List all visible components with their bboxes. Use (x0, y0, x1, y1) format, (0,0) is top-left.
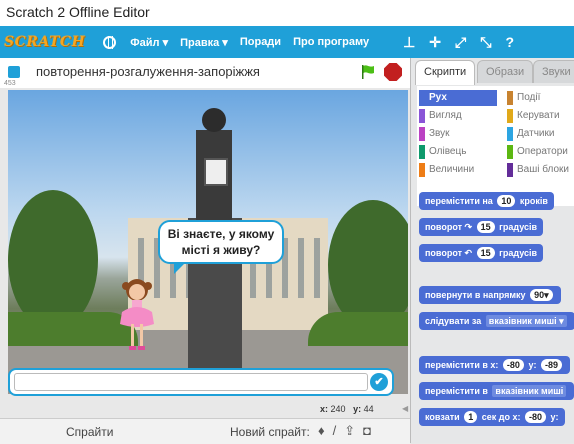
coord-x-value: 240 (330, 404, 346, 414)
category-sound[interactable]: Звук (419, 126, 497, 142)
block-text: y: (550, 412, 559, 422)
new-sprite-icons: ♦ / ⇪ ◘ (318, 423, 371, 439)
ask-answer-bar: ✔ (8, 368, 394, 396)
mouse-coordinates: x: 240 y: 44 (320, 404, 374, 414)
upload-icon[interactable]: ⇪ (344, 423, 355, 439)
block-dropdown[interactable]: вказівник миші ▾ (485, 315, 567, 327)
block-turn-left[interactable]: поворот ↶ 15 градусів (419, 244, 544, 262)
shrink-icon[interactable]: ⤡ (480, 34, 491, 51)
grow-icon[interactable]: ⤢ (455, 34, 466, 51)
coord-x-label: x: (320, 404, 329, 414)
green-flag-icon[interactable] (360, 64, 376, 80)
editor-tabs: Скрипти Образи Звуки (411, 58, 574, 85)
version-label: 453 (4, 80, 16, 87)
sprites-panel: Спрайти Новий спрайт: ♦ / ⇪ ◘ (0, 418, 410, 444)
block-text: градусів (499, 222, 538, 232)
block-text: y: (528, 360, 537, 370)
coord-y-label: y: (353, 404, 362, 414)
sprites-label: Спрайти (66, 425, 114, 439)
tree-right (328, 200, 408, 330)
block-goto-xy[interactable]: перемістити в x: -80 y: -89 (419, 356, 570, 374)
presentation-mode-icon[interactable] (8, 66, 20, 78)
block-input[interactable]: -80 (502, 359, 524, 371)
tree-left (8, 190, 98, 330)
block-text: поворот (425, 248, 463, 258)
block-input[interactable]: 10 (497, 195, 516, 207)
block-dropdown[interactable]: 90▾ (530, 289, 553, 301)
category-pen[interactable]: Олівець (419, 144, 497, 160)
block-goto[interactable]: перемістити в вказівник миші (419, 382, 574, 400)
menu-about[interactable]: Про програму (293, 36, 369, 48)
toolbar-icons: ⊥ ✛ ⤢ ⤡ ? (403, 26, 514, 58)
ask-submit-button[interactable]: ✔ (370, 373, 388, 391)
turn-left-icon: ↶ (464, 248, 473, 258)
speech-bubble: Ві знаєте, у якому місті я живу? (158, 220, 284, 274)
block-text: перемістити на (425, 196, 493, 206)
menu-bar: SCRATCH Файл ▾ Правка ▾ Поради Про прогр… (0, 26, 574, 58)
menu-tips[interactable]: Поради (240, 36, 281, 48)
stage[interactable]: Ві знаєте, у якому місті я живу? (8, 90, 408, 394)
tab-scripts[interactable]: Скрипти (415, 60, 476, 85)
delete-icon[interactable]: ✛ (429, 34, 441, 51)
project-title[interactable]: повторення-розгалуження-запоріжжя (36, 64, 260, 79)
category-control[interactable]: Керувати (507, 108, 574, 124)
backdrop-clock-face (204, 158, 228, 186)
turn-right-icon: ↷ (464, 222, 473, 232)
block-turn-right[interactable]: поворот ↷ 15 градусів (419, 218, 544, 236)
sprite-library-icon[interactable]: ♦ (318, 423, 325, 439)
block-text: поворот (425, 222, 463, 232)
category-operators[interactable]: Оператори (507, 144, 574, 160)
help-icon[interactable]: ? (505, 34, 514, 50)
girl-sprite[interactable] (116, 276, 158, 356)
paint-brush-icon[interactable]: / (333, 423, 337, 439)
coord-y-value: 44 (363, 404, 374, 414)
block-text: повернути в напрямку (425, 290, 526, 300)
collapse-arrow-icon[interactable]: ◀ (402, 404, 410, 414)
block-point-direction[interactable]: повернути в напрямку 90▾ (419, 286, 561, 304)
block-input[interactable]: 15 (476, 221, 495, 233)
block-text: перемістити в x: (425, 360, 499, 370)
tab-costumes[interactable]: Образи (477, 60, 534, 83)
block-glide[interactable]: ковзати 1 сек до x: -80 y: (419, 408, 565, 426)
block-input[interactable]: -89 (540, 359, 562, 371)
blocks-panel: Скрипти Образи Звуки Рух Події Вигляд Ке… (410, 58, 574, 443)
block-text: ковзати (425, 412, 460, 422)
category-looks[interactable]: Вигляд (419, 108, 497, 124)
block-text: сек до x: (481, 412, 521, 422)
category-sensing[interactable]: Датчики (507, 126, 574, 142)
window-title: Scratch 2 Offline Editor (0, 0, 574, 26)
block-text: перемістити в (425, 386, 488, 396)
category-motion[interactable]: Рух (419, 90, 497, 106)
backdrop-hedge-right (308, 312, 408, 346)
block-move-steps[interactable]: перемістити на 10 кроків (419, 192, 554, 210)
block-text: слідувати за (425, 316, 482, 326)
block-dropdown[interactable]: вказівник миші (492, 385, 567, 397)
new-sprite-label: Новий спрайт: (230, 425, 310, 439)
language-globe-icon[interactable] (103, 35, 117, 49)
stage-header: 453 повторення-розгалуження-запоріжжя (0, 58, 410, 88)
category-events[interactable]: Події (507, 90, 574, 106)
block-text: кроків (519, 196, 548, 206)
menu-edit[interactable]: Правка ▾ (180, 36, 228, 49)
category-data[interactable]: Величини (419, 162, 497, 178)
stop-icon[interactable] (384, 63, 402, 81)
ask-answer-input[interactable] (14, 373, 368, 391)
block-point-towards[interactable]: слідувати за вказівник миші ▾ (419, 312, 574, 330)
tab-sounds[interactable]: Звуки (533, 60, 574, 83)
camera-icon[interactable]: ◘ (363, 423, 371, 439)
block-input[interactable]: -80 (525, 411, 547, 423)
duplicate-icon[interactable]: ⊥ (403, 34, 415, 51)
block-categories: Рух Події Вигляд Керувати Звук Датчики О… (417, 86, 574, 206)
block-text: градусів (499, 248, 538, 258)
block-input[interactable]: 1 (464, 411, 478, 423)
backdrop-tower-sphere (202, 108, 226, 132)
block-input[interactable]: 15 (476, 247, 495, 259)
menu-file[interactable]: Файл ▾ (130, 36, 168, 49)
scratch-logo[interactable]: SCRATCH (4, 34, 85, 50)
category-more-blocks[interactable]: Ваші блоки (507, 162, 574, 178)
